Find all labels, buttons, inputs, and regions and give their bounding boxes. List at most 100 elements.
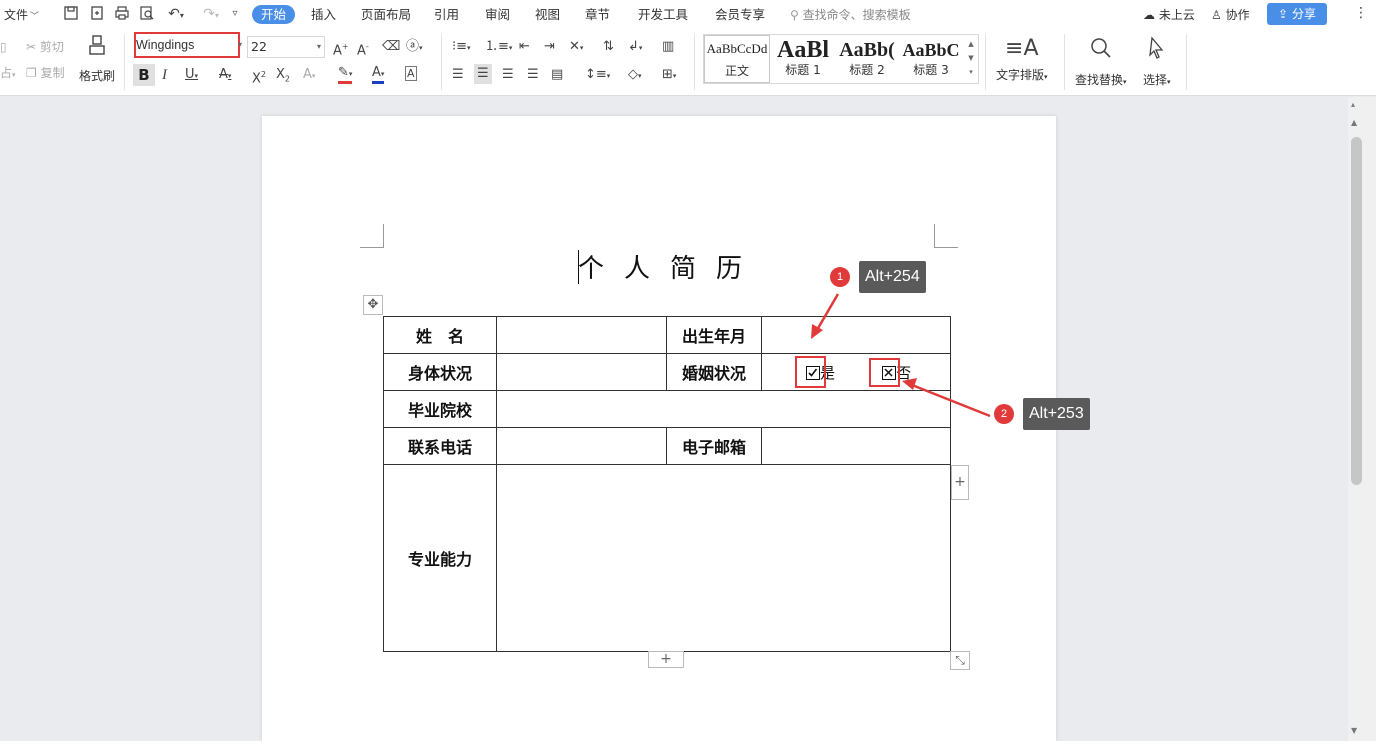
clear-format-icon[interactable]: ⌫ xyxy=(382,38,400,56)
grow-font-icon[interactable]: A+ xyxy=(333,38,349,60)
school-label-cell[interactable]: 毕业院校 xyxy=(383,390,497,428)
marital-value-cell[interactable]: 是 否 xyxy=(761,353,951,391)
line-spacing-icon[interactable]: ↕≡▾ xyxy=(585,66,610,85)
distributed-icon[interactable]: ▤ xyxy=(551,66,563,84)
select-button[interactable]: 选择▾ xyxy=(1143,36,1171,88)
marital-label-cell[interactable]: 婚姻状况 xyxy=(666,353,762,391)
paste-button[interactable]: ▯ xyxy=(0,38,7,56)
font-name-select[interactable]: Wingdings xyxy=(134,32,240,58)
phone-value-cell[interactable] xyxy=(496,427,667,465)
format-painter-button[interactable]: 格式刷 xyxy=(79,34,115,84)
bold-button[interactable]: B xyxy=(133,64,155,86)
scroll-collapse-icon[interactable]: ▴ xyxy=(1351,100,1355,109)
bullet-list-icon[interactable]: ⁝≡▾ xyxy=(452,38,471,57)
cursor-icon xyxy=(1143,36,1171,67)
expand-gallery-icon[interactable]: ▾ xyxy=(966,65,976,79)
align-right-icon[interactable]: ☰ xyxy=(502,66,514,84)
share-button[interactable]: ⇪ 分享 xyxy=(1267,3,1327,25)
numbered-list-icon[interactable]: ⒈≡▾ xyxy=(485,38,512,57)
command-search-input[interactable]: ⚲ 查找命令、搜索模板 xyxy=(790,6,911,23)
tab-page-layout[interactable]: 页面布局 xyxy=(359,5,413,24)
health-label-cell[interactable]: 身体状况 xyxy=(383,353,497,391)
file-menu[interactable]: 文件 ﹀ xyxy=(4,6,39,23)
copy-button[interactable]: ❐ 复制 xyxy=(26,64,65,82)
tab-references[interactable]: 引用 xyxy=(432,5,461,24)
health-value-cell[interactable] xyxy=(496,353,667,391)
superscript-button[interactable]: X2 xyxy=(252,66,266,88)
italic-button[interactable]: I xyxy=(162,66,167,84)
style-normal[interactable]: AaBbCcDd 正文 xyxy=(704,35,770,83)
tab-view[interactable]: 视图 xyxy=(533,5,562,24)
skills-value-cell[interactable] xyxy=(496,464,951,652)
show-marks-icon[interactable]: ↲▾ xyxy=(628,38,642,57)
justify-icon[interactable]: ☰ xyxy=(527,66,539,84)
align-left-icon[interactable]: ☰ xyxy=(452,66,464,84)
name-label-cell[interactable]: 姓 名 xyxy=(383,316,497,354)
undo-icon[interactable]: ↶▾ xyxy=(163,5,189,23)
table-move-handle-icon[interactable]: ✥ xyxy=(363,295,383,315)
cloud-status-button[interactable]: ☁ 未上云 xyxy=(1143,6,1195,23)
add-column-button[interactable]: + xyxy=(951,465,969,500)
print-preview-icon[interactable] xyxy=(138,5,156,23)
cut-button[interactable]: ✂ 剪切 xyxy=(26,38,64,56)
document-title[interactable]: 个人简历 xyxy=(578,248,762,285)
separator xyxy=(124,34,125,90)
tab-member[interactable]: 会员专享 xyxy=(713,5,767,24)
decrease-indent-icon[interactable]: ⇤ xyxy=(519,38,530,56)
phonetic-icon[interactable]: ⓐ▾ xyxy=(406,38,423,57)
tab-section[interactable]: 章节 xyxy=(583,5,612,24)
style-heading-3[interactable]: AaBbC 标题 3 xyxy=(899,35,963,83)
chevron-down-icon[interactable]: ▼ xyxy=(966,51,976,65)
collaborate-button[interactable]: ♙ 协作 xyxy=(1211,6,1250,23)
scroll-down-icon[interactable]: ▼ xyxy=(1351,726,1357,735)
school-value-cell[interactable] xyxy=(496,390,951,428)
style-heading-1[interactable]: AaBl 标题 1 xyxy=(771,35,835,83)
add-row-button[interactable]: + xyxy=(648,651,684,668)
phone-label-cell[interactable]: 联系电话 xyxy=(383,427,497,465)
redo-icon[interactable]: ↷▾ xyxy=(198,5,224,23)
text-effect-icon[interactable]: A▾ xyxy=(303,66,315,85)
scroll-thumb[interactable] xyxy=(1351,137,1362,485)
tab-home[interactable]: 开始 xyxy=(252,5,296,24)
email-value-cell[interactable] xyxy=(761,427,951,465)
email-label-cell[interactable]: 电子邮箱 xyxy=(666,427,762,465)
tab-insert[interactable]: 插入 xyxy=(309,5,338,24)
print-icon[interactable] xyxy=(113,5,131,23)
char-border-icon[interactable]: A xyxy=(405,66,417,81)
export-pdf-icon[interactable] xyxy=(88,5,106,23)
tab-stops-icon[interactable]: ▥ xyxy=(662,38,674,56)
chevron-up-icon[interactable]: ▲ xyxy=(966,37,976,51)
paste-fragment[interactable]: 占▾ xyxy=(0,64,16,84)
borders-icon[interactable]: ⊞▾ xyxy=(662,66,676,85)
scroll-up-icon[interactable]: ▲ xyxy=(1351,118,1357,127)
menu-bar: 文件 ﹀ ↶▾ ↷▾ ▿ 开始 插入 页面布局 引用 审阅 视图 章节 开发工具 … xyxy=(0,0,1376,28)
name-value-cell[interactable] xyxy=(496,316,667,354)
font-color-icon[interactable]: A▾ xyxy=(372,66,385,84)
save-icon[interactable] xyxy=(62,5,80,23)
table-resize-icon[interactable]: ⤡ xyxy=(950,651,970,670)
chevron-down-icon[interactable]: ▾ xyxy=(238,40,242,49)
align-center-icon[interactable]: ☰ xyxy=(474,64,492,84)
style-heading-2[interactable]: AaBb( 标题 2 xyxy=(835,35,899,83)
shrink-font-icon[interactable]: A- xyxy=(357,38,369,60)
sort-icon[interactable]: ⇅ xyxy=(603,38,614,56)
subscript-button[interactable]: X2 xyxy=(276,66,290,89)
birth-label-cell[interactable]: 出生年月 xyxy=(666,316,762,354)
tab-developer[interactable]: 开发工具 xyxy=(636,5,690,24)
skills-label-cell[interactable]: 专业能力 xyxy=(383,464,497,652)
shading-icon[interactable]: ◇▾ xyxy=(628,66,642,85)
gallery-scroll[interactable]: ▲ ▼ ▾ xyxy=(966,37,976,79)
tab-review[interactable]: 审阅 xyxy=(483,5,512,24)
increase-indent-icon[interactable]: ⇥ xyxy=(544,38,555,56)
font-size-select[interactable]: 22 ▾ xyxy=(247,36,325,58)
callout-badge-2: 2 xyxy=(994,404,1014,424)
birth-value-cell[interactable] xyxy=(761,316,951,354)
find-replace-button[interactable]: 查找替换▾ xyxy=(1075,36,1127,88)
more-quick-access-icon[interactable]: ▿ xyxy=(226,5,244,23)
text-layout-button[interactable]: ≡A 文字排版▾ xyxy=(996,36,1048,83)
chinese-layout-icon[interactable]: ✕▾ xyxy=(569,38,583,57)
strikethrough-button[interactable]: A▾ xyxy=(219,66,231,85)
underline-button[interactable]: U▾ xyxy=(185,66,198,85)
more-options-icon[interactable]: ⋮ xyxy=(1354,5,1368,21)
highlight-icon[interactable]: ✎▾ xyxy=(338,66,353,84)
